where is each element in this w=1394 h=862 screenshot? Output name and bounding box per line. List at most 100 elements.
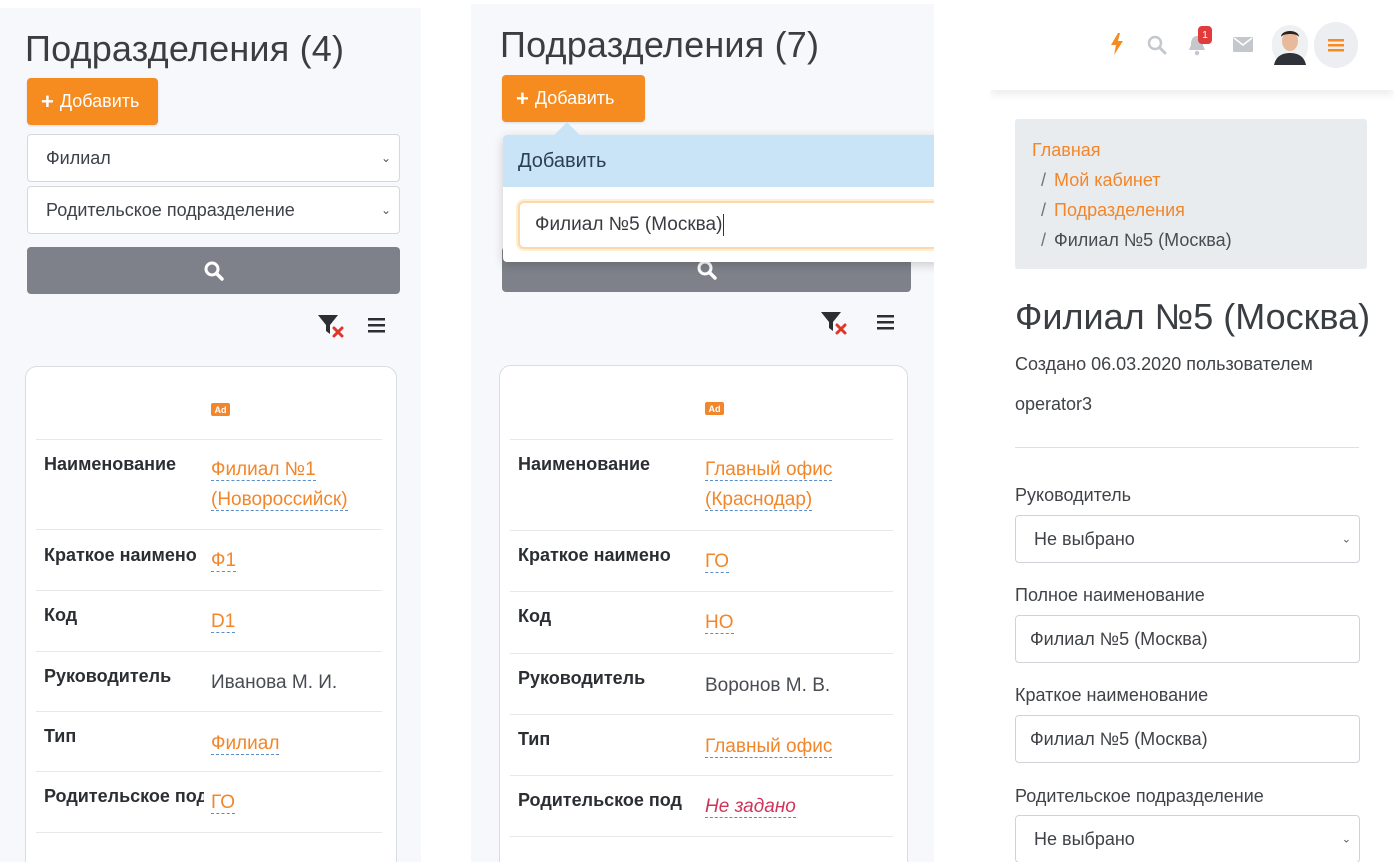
table-row: Тип Филиал [36,711,382,771]
parent-not-set-link[interactable]: Не задано [705,796,796,818]
short-name-label: Краткое наименование [1015,685,1209,705]
table-row [36,832,382,862]
row-label: Краткое наимено [518,545,671,565]
parent-unit-label: Родительское подразделение [1015,786,1264,806]
table-row: Краткое наимено Ф1 [36,529,382,590]
breadcrumb: Главная / Мой кабинет / Подразделения / Фил… [1015,119,1367,269]
page-title: Подразделения (7) [500,24,820,65]
units-list-panel-1: Подразделения (4) + Добавить Филиал ⌄ Ро… [0,8,421,862]
name-link[interactable]: Главный офис [705,459,833,481]
name-link-2[interactable]: (Новороссийск) [211,489,348,511]
row-value[interactable]: Филиал [211,729,280,759]
mail-icon[interactable] [1233,37,1253,52]
add-button[interactable]: + Добавить [27,78,158,125]
row-label: Краткое наимено [44,545,197,565]
page-title: Подразделения (4) [25,28,345,69]
plus-icon: + [41,88,54,114]
parent-unit-select[interactable]: Не выбрано ⌄ [1015,815,1360,862]
row-value: Воронов М. В. [705,671,830,701]
table-row: Руководитель Иванова М. И. [36,651,382,711]
row-value[interactable]: НО [705,608,734,638]
breadcrumb-separator: / [1041,170,1047,190]
short-name-link[interactable]: Ф1 [211,550,237,572]
row-label: Родительское под [44,786,204,806]
name-link[interactable]: Филиал №1 [211,459,316,481]
units-list-panel-2: Подразделения (7) + Добавить Добавить Фи… [471,4,934,862]
new-unit-name-input[interactable]: Филиал №5 (Москва) [518,201,934,249]
full-name-input[interactable]: Филиал №5 (Москва) [1015,615,1360,663]
row-label: Наименование [44,454,177,474]
top-navbar: 1 [990,0,1394,90]
row-value[interactable]: ГО [211,788,236,818]
chevron-down-icon: ⌄ [1341,833,1351,846]
popover-header: Добавить [503,135,934,187]
row-value[interactable]: D1 [211,607,236,637]
parent-link[interactable]: ГО [211,792,236,814]
add-popover: Добавить Филиал №5 (Москва) [503,122,934,262]
code-link[interactable]: D1 [211,611,236,633]
filter-clear-icon[interactable] [820,310,848,336]
name-link-2[interactable]: (Краснодар) [705,489,813,511]
row-label: Наименование [518,454,651,474]
ad-badge: Ad [705,402,724,415]
search-icon[interactable] [1147,35,1167,55]
parent-unit-select-value: Не выбрано [1034,828,1135,849]
row-label: Тип [518,729,551,749]
branch-filter-select[interactable]: Филиал ⌄ [27,134,400,182]
add-button-label: Добавить [534,88,615,108]
row-value[interactable]: Филиал №1 (Новороссийск) [211,455,348,515]
search-icon [204,261,224,281]
menu-icon[interactable] [876,313,896,331]
type-link[interactable]: Филиал [211,733,280,755]
unit-heading: Филиал №5 (Москва) [1015,296,1371,337]
created-by-user: operator3 [1015,394,1093,414]
manager-select[interactable]: Не выбрано ⌄ [1015,515,1360,563]
filter-clear-icon[interactable] [317,313,345,339]
hamburger-button[interactable] [1314,22,1358,68]
ad-badge: Ad [211,403,230,416]
divider [1015,447,1359,448]
row-value[interactable]: Главный офис (Краснодар) [705,455,833,515]
table-row: Наименование Главный офис (Краснодар) [510,439,893,530]
menu-icon[interactable] [367,316,387,334]
plus-icon: + [516,85,529,111]
chevron-down-icon: ⌄ [380,151,391,165]
bolt-icon[interactable] [1110,33,1124,55]
breadcrumb-current: Филиал №5 (Москва) [1054,230,1232,250]
row-value[interactable]: Не задано [705,792,796,822]
table-row: Краткое наимено ГО [510,530,893,591]
breadcrumb-separator: / [1041,230,1047,250]
avatar[interactable] [1272,25,1308,65]
table-row: Код НО [510,591,893,653]
short-name-link[interactable]: ГО [705,551,730,573]
unit-card: Ad Наименование Филиал №1 (Новороссийск)… [25,366,397,862]
created-info: Создано 06.03.2020 пользователем [1015,354,1313,374]
add-button-label: Добавить [59,91,140,111]
search-button[interactable] [27,247,400,294]
full-name-label: Полное наименование [1015,585,1205,605]
short-name-input[interactable]: Филиал №5 (Москва) [1015,715,1360,763]
row-value: Иванова М. И. [211,668,337,698]
row-label: Родительское под [518,790,682,810]
row-value[interactable]: Ф1 [211,546,237,576]
table-row: Код D1 [36,590,382,651]
hamburger-icon [1328,39,1344,52]
type-link[interactable]: Главный офис [705,736,833,758]
breadcrumb-units-link[interactable]: Подразделения [1054,200,1185,220]
row-value[interactable]: Главный офис [705,732,833,762]
new-unit-name-value: Филиал №5 (Москва) [535,214,723,235]
table-row [510,836,893,862]
breadcrumb-home-link[interactable]: Главная [1032,140,1101,160]
row-label: Тип [44,726,77,746]
add-button[interactable]: + Добавить [502,75,645,122]
manager-value: Иванова М. И. [211,672,338,693]
parent-unit-filter-select[interactable]: Родительское подразделение ⌄ [27,186,400,234]
full-name-value: Филиал №5 (Москва) [1030,628,1208,649]
code-link[interactable]: НО [705,612,734,634]
table-row: Наименование Филиал №1 (Новороссийск) [36,439,382,529]
breadcrumb-cabinet-link[interactable]: Мой кабинет [1054,170,1161,190]
branch-filter-value: Филиал [46,147,111,168]
breadcrumb-separator: / [1041,200,1047,220]
manager-value: Воронов М. В. [705,675,831,696]
row-value[interactable]: ГО [705,547,730,577]
